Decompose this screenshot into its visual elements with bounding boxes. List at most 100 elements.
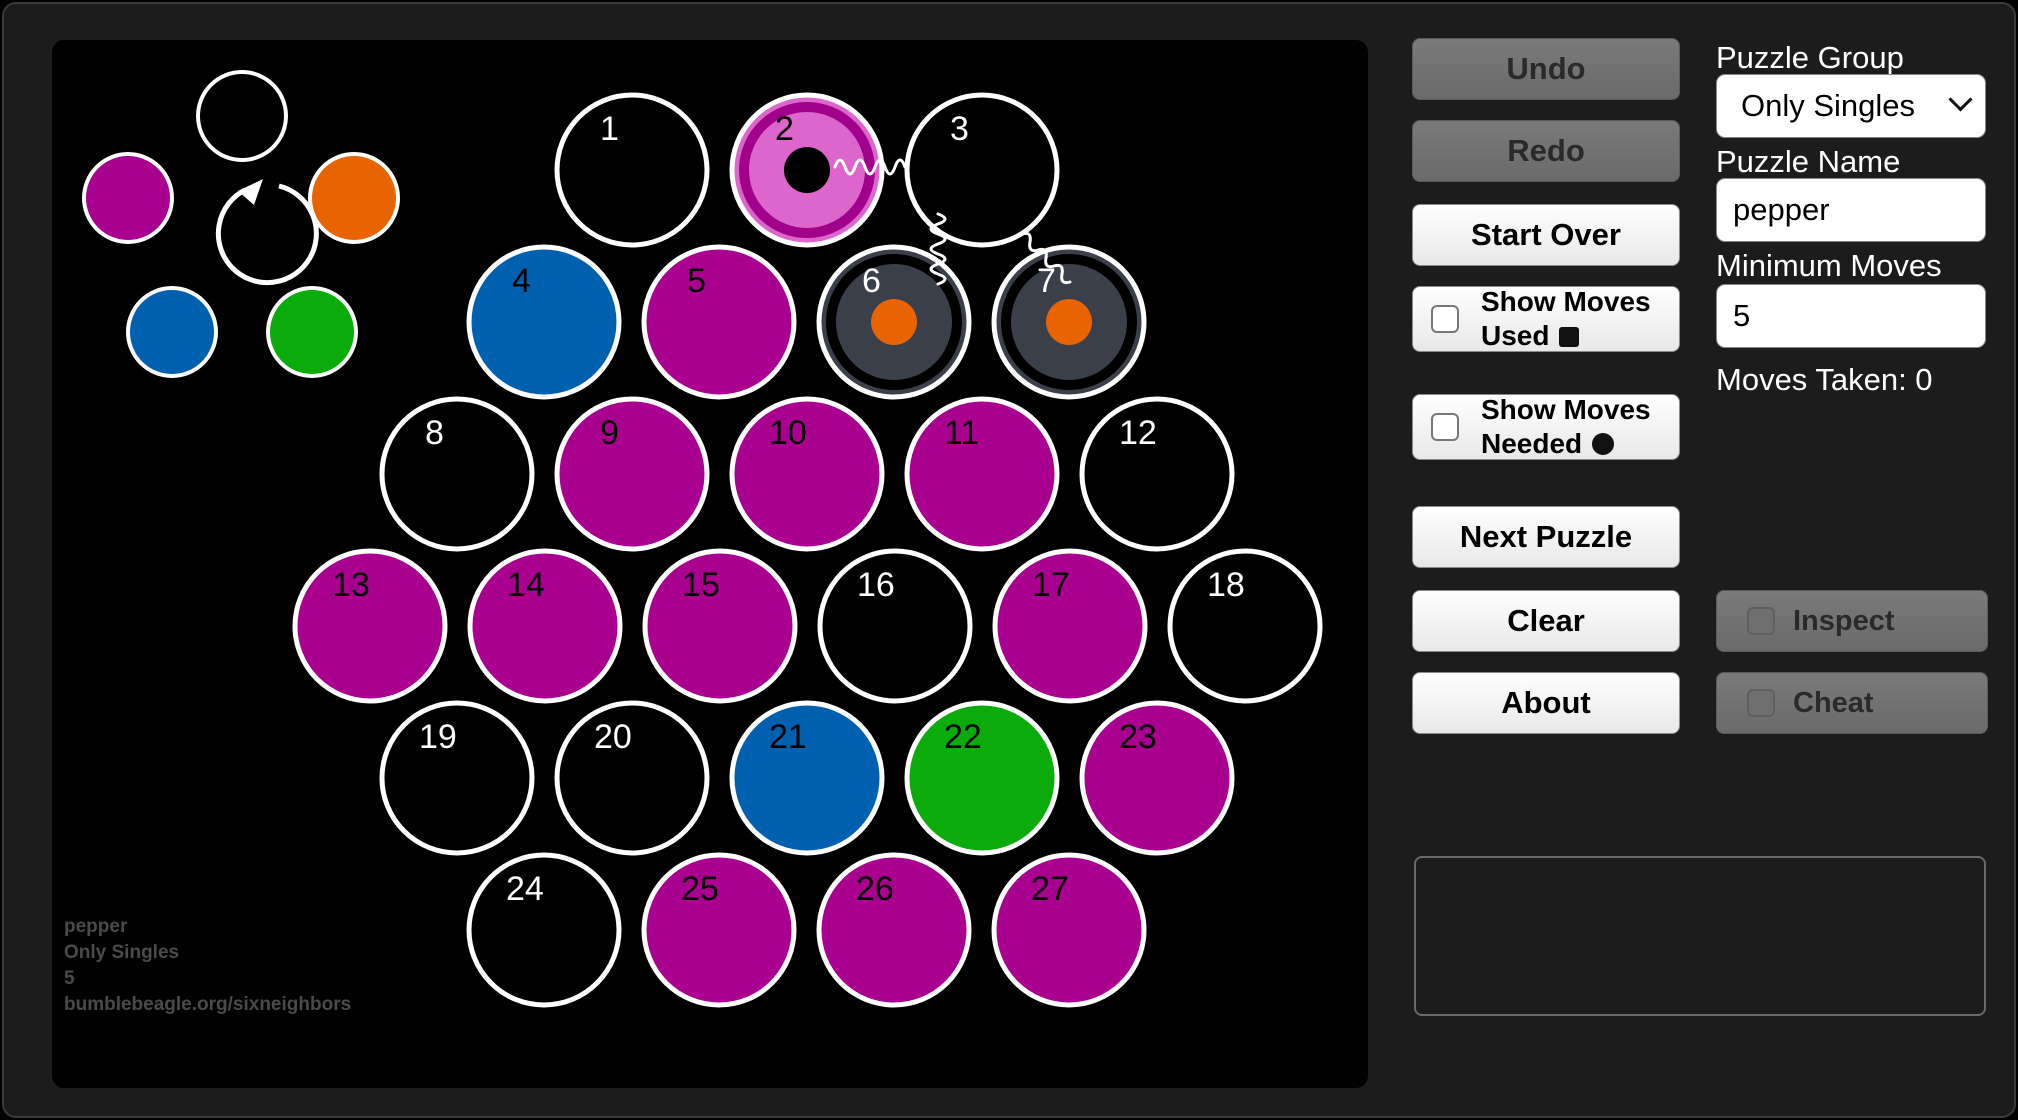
cell-6-marker	[871, 299, 917, 345]
cell-4[interactable]: 4	[466, 244, 622, 400]
cell-3[interactable]: 3	[904, 92, 1060, 248]
cell-20-disc[interactable]	[554, 700, 710, 856]
puzzle-name-label: Puzzle Name	[1716, 144, 1901, 179]
cell-25[interactable]: 25	[641, 852, 797, 1008]
info-puzzle-name: pepper	[64, 916, 128, 937]
cell-11-number: 11	[944, 414, 979, 452]
cell-26[interactable]: 26	[816, 852, 972, 1008]
cell-4-disc[interactable]	[466, 244, 622, 400]
about-button[interactable]: About	[1412, 672, 1680, 734]
puzzle-info: pepper Only Singles 5 bumblebeagle.org/s…	[64, 916, 351, 1015]
inspect-checkbox[interactable]	[1747, 607, 1775, 635]
start-over-button[interactable]: Start Over	[1412, 204, 1680, 266]
cell-2[interactable]: 2	[729, 92, 885, 248]
cell-9-number: 9	[600, 414, 619, 452]
cell-21[interactable]: 21	[729, 700, 885, 856]
cell-8-disc[interactable]	[379, 396, 535, 552]
cell-27[interactable]: 27	[991, 852, 1147, 1008]
cell-3-disc[interactable]	[904, 92, 1060, 248]
cell-2-number: 2	[775, 110, 794, 148]
cell-19[interactable]: 19	[379, 700, 535, 856]
puzzle-group-select[interactable]: Only Singles	[1716, 74, 1986, 138]
palette-black[interactable]	[196, 70, 288, 162]
puzzle-group-value: Only Singles	[1741, 88, 1916, 123]
cell-23-disc[interactable]	[1079, 700, 1235, 856]
color-palette[interactable]	[82, 70, 400, 378]
puzzle-name-input[interactable]: pepper	[1716, 178, 1986, 242]
inspect-label: Inspect	[1793, 604, 1895, 637]
cell-23[interactable]: 23	[1079, 700, 1235, 856]
cell-16-number: 16	[857, 566, 895, 604]
next-puzzle-label: Next Puzzle	[1459, 519, 1633, 554]
cell-1-number: 1	[600, 110, 619, 148]
cell-19-disc[interactable]	[379, 700, 535, 856]
clear-label: Clear	[1507, 603, 1585, 638]
redo-button[interactable]: Redo	[1412, 120, 1680, 182]
cell-15-number: 15	[682, 566, 720, 604]
show-moves-needed-label: Show Moves Needed	[1481, 394, 1651, 459]
cell-11[interactable]: 11	[904, 396, 1060, 552]
cell-22-disc[interactable]	[904, 700, 1060, 856]
cell-16[interactable]: 16	[817, 548, 973, 704]
cell-17[interactable]: 17	[992, 548, 1148, 704]
cell-14-disc[interactable]	[467, 548, 623, 704]
cell-22[interactable]: 22	[904, 700, 1060, 856]
cell-13-disc[interactable]	[292, 548, 448, 704]
cell-10[interactable]: 10	[729, 396, 885, 552]
app-window: 1 2 3 4 5 6 7 8 9 10 11 12 13 14 15 16 17 18 19 20 21 22 23 24 2…	[2, 2, 2016, 1118]
cell-2-marker	[784, 147, 830, 193]
cell-16-disc[interactable]	[817, 548, 973, 704]
cell-17-disc[interactable]	[992, 548, 1148, 704]
cell-14[interactable]: 14	[467, 548, 623, 704]
cell-11-disc[interactable]	[904, 396, 1060, 552]
undo-button[interactable]: Undo	[1412, 38, 1680, 100]
redo-label: Redo	[1507, 133, 1585, 168]
board-canvas[interactable]: 1 2 34 5 6 78 9 10 11 1213 14 15 16 17 1819 20 21 22 2324 2…	[52, 40, 1368, 1088]
palette-orange[interactable]	[308, 152, 400, 244]
cell-6[interactable]: 6	[816, 244, 972, 400]
cell-8[interactable]: 8	[379, 396, 535, 552]
rotate-icon[interactable]	[215, 179, 319, 286]
cell-1-disc[interactable]	[554, 92, 710, 248]
cell-18[interactable]: 18	[1167, 548, 1323, 704]
cell-26-disc[interactable]	[816, 852, 972, 1008]
show-moves-needed-toggle[interactable]: Show Moves Needed	[1412, 394, 1680, 460]
cell-21-disc[interactable]	[729, 700, 885, 856]
show-moves-used-toggle[interactable]: Show Moves Used	[1412, 286, 1680, 352]
palette-green[interactable]	[266, 286, 358, 378]
cell-27-disc[interactable]	[991, 852, 1147, 1008]
cell-5[interactable]: 5	[641, 244, 797, 400]
cell-18-disc[interactable]	[1167, 548, 1323, 704]
cell-9[interactable]: 9	[554, 396, 710, 552]
show-moves-needed-checkbox[interactable]	[1431, 413, 1459, 441]
cell-24[interactable]: 24	[466, 852, 622, 1008]
cell-14-number: 14	[507, 566, 545, 604]
cell-15[interactable]: 15	[642, 548, 798, 704]
cell-1[interactable]: 1	[554, 92, 710, 248]
cell-7[interactable]: 7	[991, 244, 1147, 400]
cell-25-disc[interactable]	[641, 852, 797, 1008]
cheat-toggle[interactable]: Cheat	[1716, 672, 1988, 734]
palette-magenta[interactable]	[82, 152, 174, 244]
cell-24-disc[interactable]	[466, 852, 622, 1008]
hex-cells[interactable]: 1 2 34 5 6 78 9 10 11 1213 14 15 16 17 1819 20 21 22 2324 2…	[292, 92, 1323, 1008]
cell-5-number: 5	[687, 262, 706, 300]
cell-9-disc[interactable]	[554, 396, 710, 552]
cell-5-disc[interactable]	[641, 244, 797, 400]
cell-20[interactable]: 20	[554, 700, 710, 856]
cell-12-disc[interactable]	[1079, 396, 1235, 552]
minimum-moves-input[interactable]: 5	[1716, 284, 1986, 348]
palette-blue[interactable]	[126, 286, 218, 378]
cell-12-number: 12	[1119, 414, 1157, 452]
game-board[interactable]: 1 2 3 4 5 6 7 8 9 10 11 12 13 14 15 16 17 18 19 20 21 22 23 24 2…	[52, 40, 1368, 1088]
show-moves-used-label: Show Moves Used	[1481, 286, 1651, 351]
cell-13[interactable]: 13	[292, 548, 448, 704]
clear-button[interactable]: Clear	[1412, 590, 1680, 652]
cell-12[interactable]: 12	[1079, 396, 1235, 552]
next-puzzle-button[interactable]: Next Puzzle	[1412, 506, 1680, 568]
cell-10-disc[interactable]	[729, 396, 885, 552]
cheat-checkbox[interactable]	[1747, 689, 1775, 717]
inspect-toggle[interactable]: Inspect	[1716, 590, 1988, 652]
show-moves-used-checkbox[interactable]	[1431, 305, 1459, 333]
cell-15-disc[interactable]	[642, 548, 798, 704]
